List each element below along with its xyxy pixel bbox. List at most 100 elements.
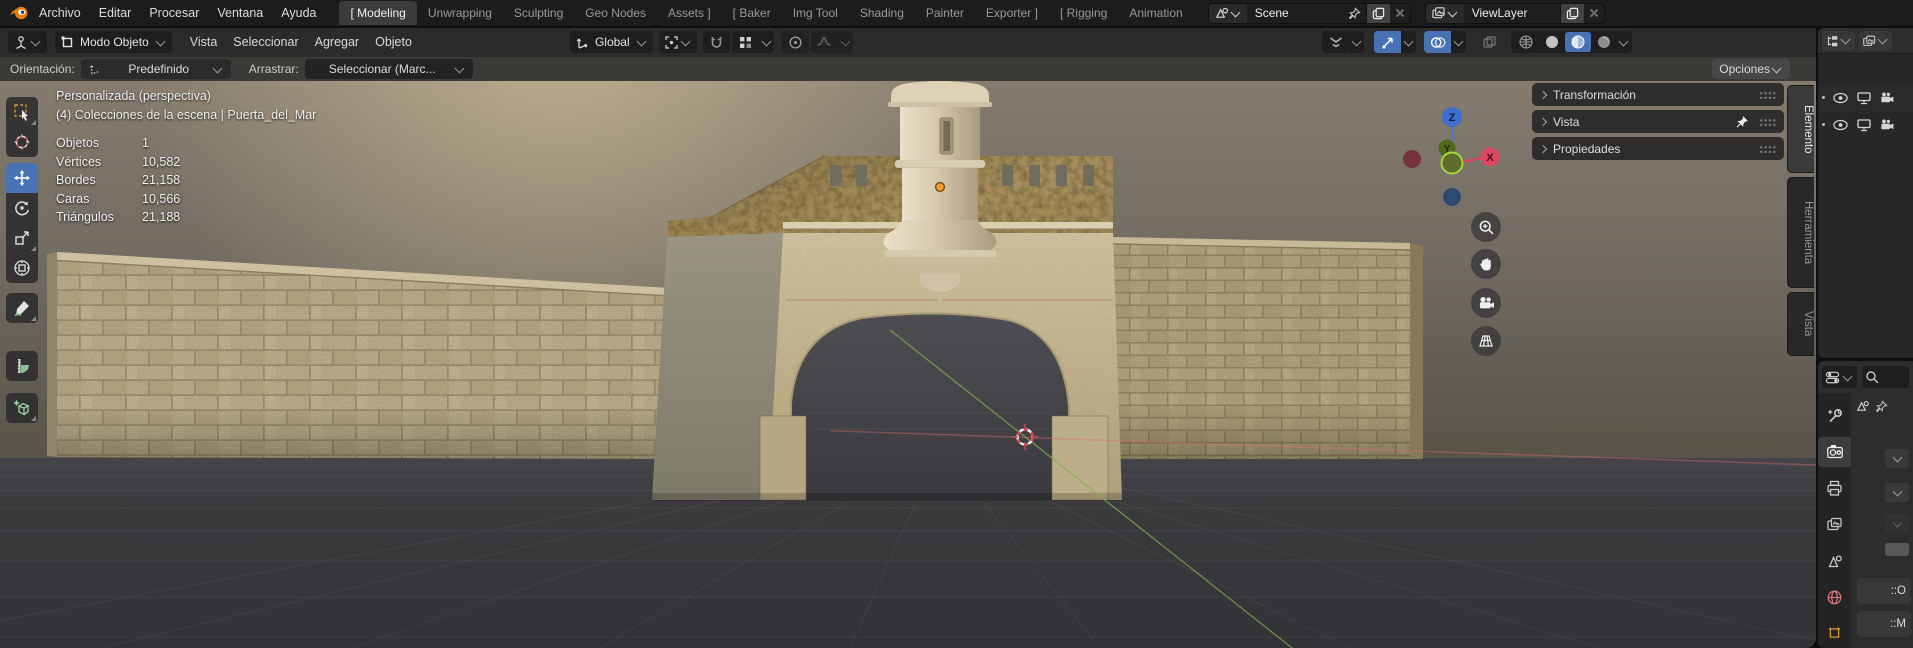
snap-target-button[interactable]	[732, 31, 759, 53]
panel-vista[interactable]: Vista	[1532, 110, 1784, 133]
properties-tab-render[interactable]	[1818, 437, 1851, 466]
shading-dropdown[interactable]	[1619, 36, 1629, 46]
scene-browse-button[interactable]	[1209, 4, 1247, 23]
properties-tab-object[interactable]	[1818, 619, 1851, 648]
property-dropdown-clipped[interactable]	[1885, 514, 1909, 533]
menu-archivo[interactable]: Archivo	[30, 2, 90, 24]
menu-vista[interactable]: Vista	[182, 31, 226, 53]
screen-icon[interactable]	[1856, 91, 1872, 105]
sidebar-tab-herramienta[interactable]: Herramienta	[1787, 177, 1814, 288]
snap-toggle[interactable]	[703, 31, 730, 53]
tool-measure[interactable]	[6, 351, 38, 381]
properties-tab-view-layer[interactable]	[1818, 510, 1851, 539]
navigation-gizmo[interactable]: Y Z X	[1396, 97, 1508, 215]
properties-button-clipped[interactable]: ::M	[1857, 611, 1911, 637]
menu-objeto[interactable]: Objeto	[367, 31, 420, 53]
tool-scale[interactable]	[6, 223, 38, 253]
shading-rendered-button[interactable]	[1591, 32, 1617, 52]
tab-modeling[interactable]: [ Modeling	[339, 1, 416, 25]
outliner-editor-type-button[interactable]	[1822, 31, 1855, 51]
camera-icon[interactable]	[1879, 91, 1895, 105]
tab-animation[interactable]: Animation	[1118, 1, 1193, 25]
object-visibility-dropdown[interactable]	[1322, 31, 1349, 53]
pan-hand-button[interactable]	[1471, 249, 1501, 279]
menu-ventana[interactable]: Ventana	[208, 2, 272, 24]
menu-procesar[interactable]: Procesar	[140, 2, 208, 24]
scene-name[interactable]: Scene	[1247, 6, 1343, 20]
options-dropdown[interactable]: Opciones	[1712, 59, 1790, 79]
toggle-projection-button[interactable]	[1471, 326, 1501, 356]
camera-icon[interactable]	[1879, 118, 1895, 132]
sidebar-tab-vista[interactable]: Vista	[1787, 292, 1814, 356]
tool-cursor[interactable]	[6, 127, 38, 157]
gizmo-axis-neg-y[interactable]	[1442, 153, 1463, 174]
tab-sculpting[interactable]: Sculpting	[503, 1, 574, 25]
drag-action-dropdown[interactable]: Seleccionar (Marc...	[305, 59, 473, 79]
scene-unlink-button[interactable]	[1390, 4, 1410, 23]
drag-grip-icon[interactable]	[1759, 144, 1776, 153]
properties-search-field[interactable]	[1862, 366, 1909, 388]
sidebar-tab-elemento[interactable]: Elemento	[1787, 85, 1814, 173]
shading-material-button[interactable]	[1565, 32, 1591, 52]
object-origin-dot[interactable]	[936, 183, 945, 192]
outliner-row[interactable]	[1818, 84, 1913, 111]
scene-pin-button[interactable]	[1343, 4, 1366, 23]
zoom-button[interactable]	[1471, 212, 1501, 242]
tab-baker[interactable]: [ Baker	[722, 1, 782, 25]
eye-icon[interactable]	[1832, 91, 1849, 105]
properties-button-clipped[interactable]: ::O	[1857, 578, 1911, 604]
scene-icon[interactable]	[1855, 399, 1870, 413]
property-dropdown-clipped[interactable]	[1885, 483, 1909, 502]
tool-transform[interactable]	[6, 253, 38, 283]
snap-dropdown[interactable]	[759, 31, 774, 53]
view-layer-name[interactable]: ViewLayer	[1464, 6, 1560, 20]
tab-exporter[interactable]: Exporter ]	[975, 1, 1049, 25]
tab-rigging[interactable]: [ Rigging	[1049, 1, 1118, 25]
view-layer-duplicate-button[interactable]	[1560, 4, 1584, 23]
view-layer-unlink-button[interactable]	[1584, 4, 1604, 23]
screen-icon[interactable]	[1856, 118, 1872, 132]
property-dropdown-clipped[interactable]	[1885, 449, 1909, 468]
overlays-dropdown[interactable]	[1451, 31, 1466, 53]
blender-logo-icon[interactable]	[8, 4, 30, 22]
pin-icon[interactable]	[1875, 400, 1888, 413]
show-gizmos-toggle[interactable]	[1374, 31, 1401, 53]
camera-view-button[interactable]	[1471, 288, 1501, 318]
properties-tab-output[interactable]	[1818, 474, 1851, 503]
proportional-dropdown[interactable]	[838, 31, 853, 53]
shading-solid-button[interactable]	[1539, 32, 1565, 52]
drag-grip-icon[interactable]	[1759, 90, 1776, 99]
properties-tab-world[interactable]	[1818, 582, 1851, 611]
tool-rotate[interactable]	[6, 193, 38, 223]
menu-seleccionar[interactable]: Seleccionar	[225, 31, 306, 53]
editor-type-button[interactable]	[8, 31, 47, 53]
scene-duplicate-button[interactable]	[1366, 4, 1390, 23]
properties-tab-scene[interactable]	[1818, 546, 1851, 575]
gizmo-axis-neg-z[interactable]	[1443, 188, 1461, 206]
tab-shading[interactable]: Shading	[849, 1, 915, 25]
show-overlays-toggle[interactable]	[1424, 31, 1451, 53]
menu-editar[interactable]: Editar	[90, 2, 141, 24]
eye-icon[interactable]	[1832, 118, 1849, 132]
shading-wireframe-button[interactable]	[1513, 32, 1539, 52]
tab-unwrapping[interactable]: Unwrapping	[417, 1, 503, 25]
tab-assets[interactable]: Assets ]	[657, 1, 722, 25]
orientation-preset-dropdown[interactable]: Predefinido	[81, 59, 231, 79]
tool-move[interactable]	[6, 163, 38, 193]
properties-editor-type-button[interactable]	[1822, 366, 1857, 388]
panel-propiedades[interactable]: Propiedades	[1532, 137, 1784, 160]
gizmo-axis-neg-x[interactable]	[1403, 150, 1421, 168]
pivot-point-dropdown[interactable]	[659, 31, 697, 53]
object-visibility-chevron[interactable]	[1349, 31, 1364, 53]
properties-tab-tool[interactable]	[1818, 401, 1851, 430]
proportional-editing-toggle[interactable]	[782, 31, 809, 53]
transform-orientation-dropdown[interactable]: Global	[570, 31, 653, 53]
tab-img-tool[interactable]: Img Tool	[782, 1, 849, 25]
tool-tweak-select[interactable]	[6, 97, 38, 127]
property-swatch[interactable]	[1885, 543, 1909, 556]
drag-grip-icon[interactable]	[1759, 117, 1776, 126]
mode-dropdown[interactable]: Modo Objeto	[55, 31, 172, 53]
tool-annotate[interactable]	[6, 293, 38, 323]
tab-geo-nodes[interactable]: Geo Nodes	[574, 1, 657, 25]
outliner-filter-button[interactable]	[1859, 31, 1892, 51]
